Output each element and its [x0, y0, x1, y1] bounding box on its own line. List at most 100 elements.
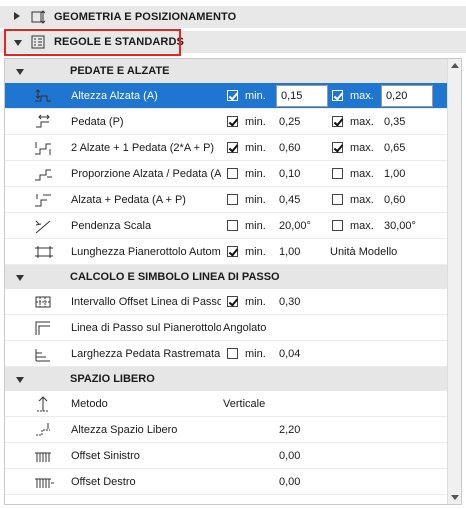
group-header[interactable]: SPAZIO LIBERO: [5, 367, 448, 391]
parameter-name: Linea di Passo sul Pianerottolo: [71, 322, 221, 334]
max-value[interactable]: 0,60: [384, 194, 405, 206]
row-icon: [35, 142, 51, 155]
scroll-down-icon[interactable]: [451, 495, 459, 500]
group-title: CALCOLO E SIMBOLO LINEA DI PASSO: [70, 271, 280, 283]
parameter-name: Pedata (P): [71, 116, 124, 128]
numeric-value[interactable]: 0,00: [279, 450, 300, 462]
option-value[interactable]: Angolato: [223, 322, 266, 334]
section-title: GEOMETRIA E POSIZIONAMENTO: [54, 11, 237, 23]
scroll-up-icon[interactable]: [451, 63, 459, 68]
group-header[interactable]: CALCOLO E SIMBOLO LINEA DI PASSO: [5, 265, 448, 289]
row-intervallo-offset-linea-di-passo[interactable]: Intervallo Offset Linea di Passo min. 0,3…: [5, 289, 448, 315]
row-2-alzate-1-pedata-2-a-p[interactable]: 2 Alzate + 1 Pedata (2*A + P) min. 0,60 m…: [5, 135, 448, 161]
min-label: min.: [245, 220, 266, 232]
section-geometria[interactable]: GEOMETRIA E POSIZIONAMENTO: [0, 6, 466, 28]
parameter-name: Offset Sinistro: [71, 450, 140, 462]
row-proporzione-alzata-pedata-a-p[interactable]: Proporzione Alzata / Pedata (A / P) min.…: [5, 161, 448, 187]
max-value-input[interactable]: 0,20: [381, 85, 433, 107]
numeric-value[interactable]: 0,00: [279, 476, 300, 488]
parameter-name: Lunghezza Pianerottolo Automatico: [71, 246, 221, 258]
min-checkbox[interactable]: [227, 246, 238, 257]
collapse-arrow-icon[interactable]: [16, 275, 24, 281]
parameter-name: Offset Destro: [71, 476, 136, 488]
max-value[interactable]: 30,00°: [384, 220, 416, 232]
row-icon: [35, 169, 52, 181]
min-checkbox[interactable]: [227, 168, 238, 179]
row-icon: [35, 194, 51, 207]
row-icon: [35, 478, 54, 488]
max-checkbox[interactable]: [332, 168, 343, 179]
max-label: max.: [350, 194, 374, 206]
parameter-name: Alzata + Pedata (A + P): [71, 194, 186, 206]
max-value[interactable]: 0,65: [384, 142, 405, 154]
option-value[interactable]: Verticale: [223, 398, 265, 410]
max-value[interactable]: 0,35: [384, 116, 405, 128]
row-icon: [35, 452, 51, 462]
max-checkbox[interactable]: [332, 194, 343, 205]
min-checkbox[interactable]: [227, 194, 238, 205]
min-value-input[interactable]: 0,15: [276, 85, 328, 107]
max-label: max.: [350, 168, 374, 180]
min-label: min.: [245, 168, 266, 180]
min-checkbox[interactable]: [227, 116, 238, 127]
parameter-name: Intervallo Offset Linea di Passo: [71, 296, 221, 308]
row-linea-di-passo-sul-pianerottolo[interactable]: Linea di Passo sul Pianerottolo Angolato: [5, 315, 448, 341]
row-alzata-pedata-a-p[interactable]: Alzata + Pedata (A + P) min. 0,45 max. 0,6…: [5, 187, 448, 213]
row-larghezza-pedata-rastremata[interactable]: Larghezza Pedata Rastremata min. 0,04: [5, 341, 448, 367]
row-offset-sinistro[interactable]: Offset Sinistro 0,00: [5, 443, 448, 469]
collapse-arrow-icon[interactable]: [16, 69, 24, 75]
row-icon: [35, 296, 51, 308]
max-checkbox[interactable]: [332, 90, 343, 101]
collapse-arrow-icon[interactable]: [16, 377, 24, 383]
row-icon: [35, 89, 51, 102]
min-value[interactable]: 0,04: [279, 348, 300, 360]
max-checkbox[interactable]: [332, 142, 343, 153]
group-header[interactable]: PEDATE E ALZATE: [5, 59, 448, 83]
min-checkbox[interactable]: [227, 220, 238, 231]
min-value[interactable]: 0,60: [279, 142, 300, 154]
highlight-frame: [4, 29, 181, 56]
min-checkbox[interactable]: [227, 142, 238, 153]
max-label: max.: [350, 90, 374, 102]
row-icon: [35, 321, 50, 335]
row-icon: [35, 349, 50, 362]
min-value[interactable]: 0,10: [279, 168, 300, 180]
min-value[interactable]: 0,30: [279, 296, 300, 308]
max-checkbox[interactable]: [332, 220, 343, 231]
row-pedata-p[interactable]: Pedata (P) min. 0,25 max. 0,35: [5, 109, 448, 135]
max-checkbox[interactable]: [332, 116, 343, 127]
min-checkbox[interactable]: [227, 90, 238, 101]
unit-label[interactable]: Unità Modello: [330, 246, 397, 258]
max-label: max.: [350, 142, 374, 154]
vertical-scrollbar[interactable]: [447, 59, 461, 504]
geometry-icon: [31, 10, 46, 24]
row-lunghezza-pianerottolo-automatico[interactable]: Lunghezza Pianerottolo Automatico min. 1,…: [5, 239, 448, 265]
row-icon: [36, 423, 50, 436]
min-checkbox[interactable]: [227, 296, 238, 307]
parameter-name: 2 Alzate + 1 Pedata (2*A + P): [71, 142, 215, 154]
settings-panel: PEDATE E ALZATE Altezza Alzata (A) min. 0…: [4, 58, 462, 505]
row-icon: [36, 114, 50, 128]
min-value[interactable]: 1,00: [279, 246, 300, 258]
row-pendenza-scala[interactable]: Pendenza Scala min. 20,00° max. 30,00°: [5, 213, 448, 239]
row-altezza-spazio-libero[interactable]: Altezza Spazio Libero 2,20: [5, 417, 448, 443]
min-label: min.: [245, 246, 266, 258]
expand-arrow-icon[interactable]: [14, 12, 20, 20]
row-altezza-alzata-a[interactable]: Altezza Alzata (A) min. 0,15 max. 0,20: [5, 83, 448, 109]
min-label: min.: [245, 116, 266, 128]
group-title: SPAZIO LIBERO: [70, 373, 155, 385]
max-label: max.: [350, 220, 374, 232]
min-value[interactable]: 0,45: [279, 194, 300, 206]
row-icon: [35, 220, 51, 234]
row-offset-destro[interactable]: Offset Destro 0,00: [5, 469, 448, 495]
numeric-value[interactable]: 2,20: [279, 424, 300, 436]
row-metodo[interactable]: Metodo Verticale: [5, 391, 448, 417]
min-checkbox[interactable]: [227, 348, 238, 359]
max-value[interactable]: 1,00: [384, 168, 405, 180]
min-value[interactable]: 20,00°: [279, 220, 311, 232]
parameter-name: Pendenza Scala: [71, 220, 152, 232]
min-value[interactable]: 0,25: [279, 116, 300, 128]
min-label: min.: [245, 90, 266, 102]
min-label: min.: [245, 142, 266, 154]
group-title: PEDATE E ALZATE: [70, 65, 170, 77]
